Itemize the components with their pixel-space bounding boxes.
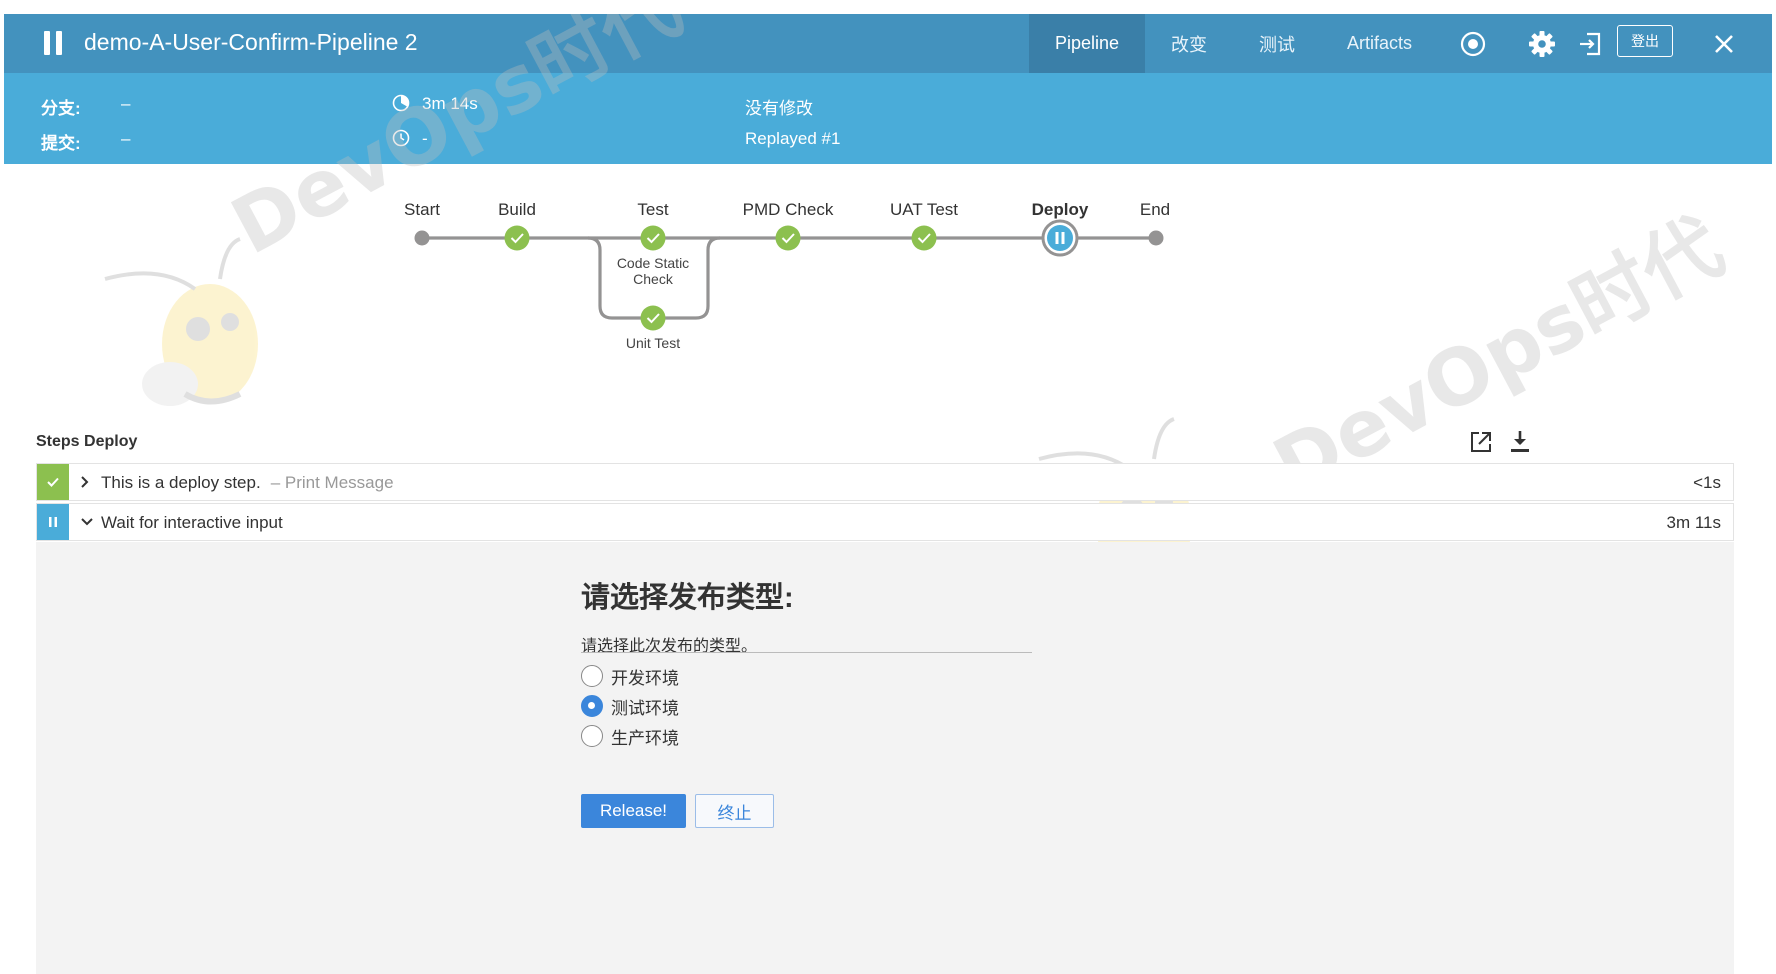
step-title: This is a deploy step. – Print Message — [101, 473, 394, 493]
run-cause: Replayed #1 — [745, 129, 841, 148]
branch-label-unit-test: Unit Test — [626, 335, 680, 351]
chevron-down-icon[interactable] — [79, 513, 95, 531]
pmd-check-success-node[interactable] — [775, 225, 801, 251]
open-external-icon[interactable] — [1467, 428, 1495, 456]
pipeline-run-window: demo-A-User-Confirm-Pipeline 2 Pipeline … — [4, 14, 1772, 974]
branch-value: – — [121, 94, 131, 113]
step-row-print-message[interactable]: This is a deploy step. – Print Message <1… — [36, 463, 1734, 501]
input-panel — [36, 542, 1734, 974]
deploy-paused-node[interactable] — [1041, 219, 1079, 257]
commit-label: 提交: — [41, 134, 81, 153]
steps-title: Steps Deploy — [36, 433, 138, 450]
run-tabs: Pipeline 改变 测试 Artifacts — [1029, 14, 1438, 73]
radio-button[interactable] — [581, 725, 603, 747]
branch-label: 分支: — [41, 99, 81, 118]
stage-label-test: Test — [637, 200, 668, 219]
step-title-text: Wait for interactive input — [101, 513, 283, 532]
chevron-right-icon[interactable] — [79, 473, 95, 491]
close-icon[interactable] — [1710, 30, 1738, 58]
tab-pipeline[interactable]: Pipeline — [1029, 14, 1146, 73]
build-success-node[interactable] — [504, 225, 530, 251]
radio-button[interactable] — [581, 665, 603, 687]
radio-label: 测试环境 — [611, 698, 679, 718]
commit-value: – — [121, 129, 131, 148]
radio-option-dev[interactable]: 开发环境 — [581, 663, 679, 689]
radio-label: 生产环境 — [611, 728, 679, 748]
changes-text: 没有修改 — [745, 99, 813, 118]
pipeline-graph: Start Build Test PMD Check UAT Test Depl… — [404, 200, 1170, 351]
run-started: - — [422, 129, 428, 148]
tab-changes[interactable]: 改变 — [1145, 14, 1233, 73]
paused-status-icon — [44, 31, 62, 55]
uat-test-success-node[interactable] — [911, 225, 937, 251]
success-check-icon — [37, 464, 69, 500]
exit-icon[interactable] — [1576, 30, 1604, 58]
step-duration: <1s — [1693, 473, 1721, 492]
run-duration: 3m 14s — [422, 94, 478, 113]
run-summary: 分支: – 提交: – 3m 14s - 没有修改 Replayed #1 — [4, 73, 1772, 164]
step-subtitle: – Print Message — [270, 473, 394, 492]
radio-label: 开发环境 — [611, 668, 679, 688]
branch-label-code-static-line2: Check — [633, 271, 674, 287]
unit-test-success-node[interactable] — [640, 305, 666, 331]
radio-option-test[interactable]: 测试环境 — [581, 693, 679, 719]
abort-button[interactable]: 终止 — [695, 794, 774, 828]
step-title-text: This is a deploy step. — [101, 473, 261, 492]
stage-label-pmd-check: PMD Check — [743, 200, 834, 219]
radio-button-selected[interactable] — [581, 695, 603, 717]
description-divider — [581, 652, 1032, 653]
gear-icon[interactable] — [1528, 30, 1556, 58]
paused-status-icon — [37, 504, 69, 540]
stop-icon[interactable] — [1459, 30, 1487, 58]
clock-icon — [392, 129, 410, 147]
radio-option-prod[interactable]: 生产环境 — [581, 723, 679, 749]
end-node — [1148, 230, 1164, 246]
stage-label-uat-test: UAT Test — [890, 200, 958, 219]
duration-icon — [392, 94, 410, 112]
branch-label-code-static-line1: Code Static — [617, 255, 689, 271]
run-title: demo-A-User-Confirm-Pipeline 2 — [84, 29, 418, 55]
input-title: 请选择发布类型: — [581, 582, 794, 614]
logout-button[interactable]: 登出 — [1617, 25, 1673, 57]
stage-label-start: Start — [404, 200, 440, 219]
tab-tests[interactable]: 测试 — [1233, 14, 1321, 73]
run-header: demo-A-User-Confirm-Pipeline 2 Pipeline … — [4, 14, 1772, 73]
download-icon[interactable] — [1506, 428, 1534, 456]
tab-artifacts[interactable]: Artifacts — [1321, 14, 1438, 73]
code-static-check-success-node[interactable] — [640, 225, 666, 251]
stage-label-deploy: Deploy — [1032, 200, 1089, 219]
stage-label-end: End — [1140, 200, 1170, 219]
stage-label-build: Build — [498, 200, 536, 219]
release-button[interactable]: Release! — [581, 794, 686, 828]
step-duration: 3m 11s — [1666, 513, 1722, 532]
start-node — [414, 230, 430, 246]
step-row-wait-input[interactable]: Wait for interactive input 3m 11s — [36, 503, 1734, 541]
